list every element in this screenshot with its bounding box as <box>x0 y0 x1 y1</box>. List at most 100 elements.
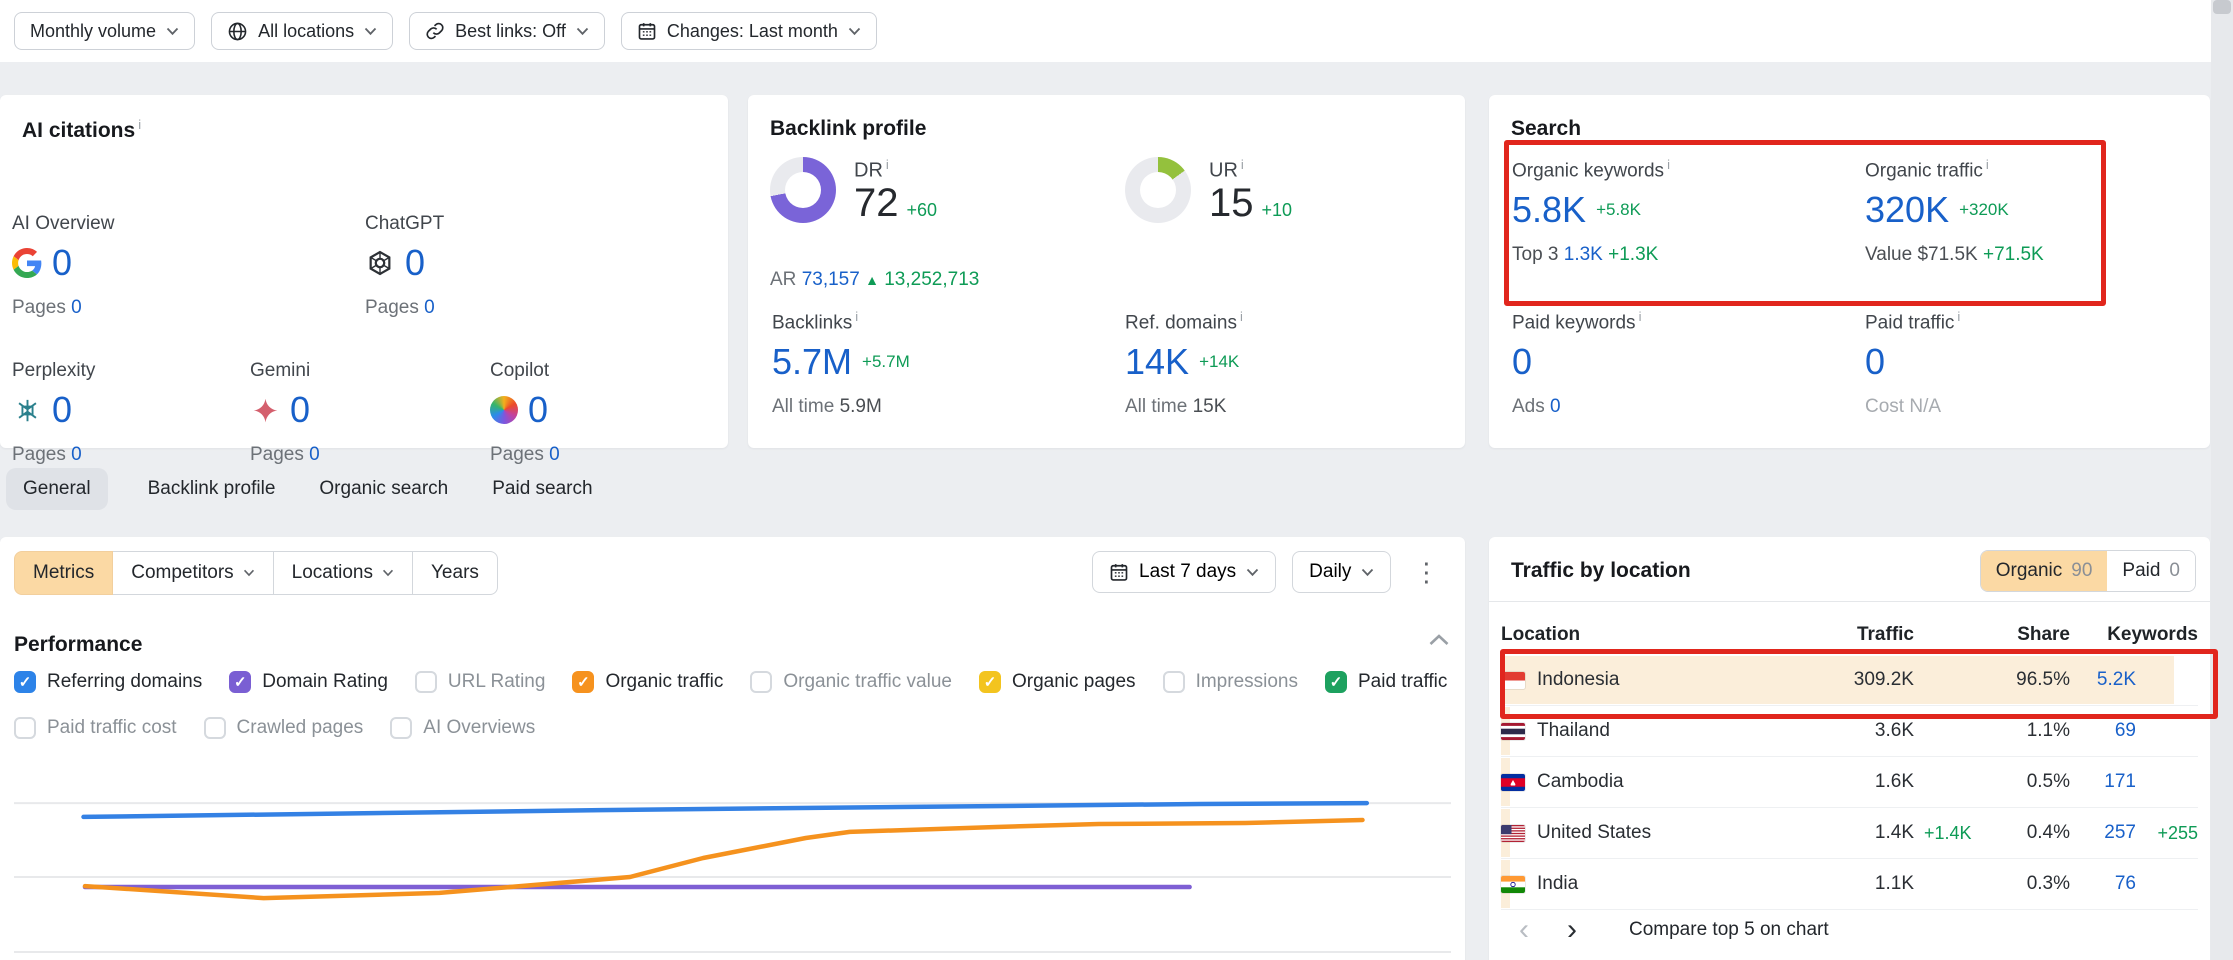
alltime-value: 5.9M <box>840 396 882 417</box>
pages-value[interactable]: 0 <box>424 297 435 318</box>
table-row-thailand[interactable]: Thailand 3.6K 1.1% 69 <box>1501 706 2198 757</box>
keywords-link[interactable]: 257 <box>2070 822 2136 844</box>
ar-change: ▲ 13,252,713 <box>865 269 979 290</box>
ai-overview-value[interactable]: 0 <box>52 245 72 281</box>
metric-label: Organic traffici <box>1865 157 2044 182</box>
ar-label: AR <box>770 269 796 290</box>
performance-line-chart[interactable] <box>0 770 1465 960</box>
locations-filter[interactable]: All locations <box>211 12 393 50</box>
segment-competitors[interactable]: Competitors <box>112 551 273 595</box>
scrollbar-thumb[interactable] <box>2213 0 2231 14</box>
filter-label: Changes: Last month <box>667 21 838 42</box>
toggle-paid[interactable]: Paid0 <box>2107 551 2195 591</box>
segment-metrics[interactable]: Metrics <box>14 551 113 595</box>
table-row-indonesia[interactable]: Indonesia 309.2K 96.5% 5.2K <box>1501 655 2198 706</box>
cost-value: N/A <box>1909 396 1941 417</box>
organic-traffic-value[interactable]: 320K <box>1865 192 1949 228</box>
column-location[interactable]: Location <box>1501 624 1784 646</box>
info-icon[interactable]: i <box>1667 157 1670 172</box>
ur-label: URi <box>1209 157 1292 183</box>
date-range-button[interactable]: Last 7 days <box>1092 551 1276 593</box>
view-segmented-control: Metrics Competitors Locations Years <box>14 551 498 595</box>
column-traffic[interactable]: Traffic <box>1784 624 1914 646</box>
checkbox-organic-traffic[interactable]: ✓Organic traffic <box>572 671 723 693</box>
paid-keywords-value[interactable]: 0 <box>1512 344 1532 380</box>
cambodia-flag <box>1501 774 1525 791</box>
segment-years[interactable]: Years <box>412 551 498 595</box>
info-icon[interactable]: i <box>855 309 858 324</box>
checkbox-organic-pages[interactable]: ✓Organic pages <box>979 671 1136 693</box>
checkbox-impressions[interactable]: Impressions <box>1163 671 1298 693</box>
table-row-cambodia[interactable]: Cambodia 1.6K 0.5% 171 <box>1501 757 2198 808</box>
country-name: United States <box>1537 822 1651 844</box>
toggle-organic[interactable]: Organic90 <box>1981 551 2108 591</box>
checkbox-organic-traffic-value[interactable]: Organic traffic value <box>750 671 952 693</box>
perplexity-value[interactable]: 0 <box>52 392 72 428</box>
more-options-kebab-icon[interactable]: ⋮ <box>1407 551 1445 593</box>
organic-keywords-value[interactable]: 5.8K <box>1512 192 1586 228</box>
ar-value[interactable]: 73,157 <box>802 269 860 290</box>
traffic-by-location-title: Traffic by location <box>1511 559 1691 583</box>
organic-keywords-change: +5.8K <box>1596 200 1641 220</box>
next-page-arrow[interactable]: › <box>1567 915 1577 945</box>
monthly-volume-filter[interactable]: Monthly volume <box>14 12 195 50</box>
backlinks-value[interactable]: 5.7M <box>772 344 852 380</box>
table-row-united-states[interactable]: United States 1.4K +1.4K 0.4% 257 +255 <box>1501 808 2198 859</box>
keywords-link[interactable]: 69 <box>2070 720 2136 742</box>
column-share[interactable]: Share <box>1984 624 2070 646</box>
info-icon[interactable]: i <box>886 157 889 172</box>
info-icon[interactable]: i <box>1957 309 1960 324</box>
ref-domains-value[interactable]: 14K <box>1125 344 1189 380</box>
checkbox-referring-domains[interactable]: ✓Referring domains <box>14 671 202 693</box>
traffic-value: 1.6K <box>1784 771 1914 793</box>
ads-value[interactable]: 0 <box>1550 396 1561 417</box>
granularity-button[interactable]: Daily <box>1292 551 1391 593</box>
segment-locations[interactable]: Locations <box>273 551 413 595</box>
organic-traffic-change: +320K <box>1959 200 2009 220</box>
checkbox-crawled-pages[interactable]: Crawled pages <box>204 717 364 739</box>
info-icon[interactable]: i <box>1241 157 1244 172</box>
best-links-filter[interactable]: Best links: Off <box>409 12 605 50</box>
vertical-scrollbar[interactable] <box>2211 0 2233 960</box>
collapse-section-button[interactable] <box>1428 633 1450 651</box>
table-row-india[interactable]: India 1.1K 0.3% 76 <box>1501 859 2198 910</box>
pages-value[interactable]: 0 <box>309 444 320 465</box>
changes-filter[interactable]: Changes: Last month <box>621 12 877 50</box>
traffic-value: 1.4K <box>1784 822 1914 844</box>
filter-label: Monthly volume <box>30 21 156 42</box>
keywords-link[interactable]: 5.2K <box>2070 669 2136 691</box>
checkbox-ai-overviews[interactable]: AI Overviews <box>390 717 535 739</box>
chatgpt-value[interactable]: 0 <box>405 245 425 281</box>
pages-value[interactable]: 0 <box>549 444 560 465</box>
gemini-value[interactable]: 0 <box>290 392 310 428</box>
info-icon[interactable]: i <box>1639 309 1642 324</box>
copilot-value[interactable]: 0 <box>528 392 548 428</box>
metric-label: Ref. domainsi <box>1125 309 1243 334</box>
tab-organic-search[interactable]: Organic search <box>315 468 452 510</box>
tab-paid-search[interactable]: Paid search <box>488 468 596 510</box>
pages-value[interactable]: 0 <box>71 444 82 465</box>
tab-backlink-profile[interactable]: Backlink profile <box>144 468 280 510</box>
info-icon[interactable]: i <box>1986 157 1989 172</box>
paid-traffic-value[interactable]: 0 <box>1865 344 1885 380</box>
info-icon[interactable]: i <box>138 117 141 132</box>
paid-traffic-metric: Paid traffici 0 Cost N/A <box>1865 309 1960 418</box>
checkbox-domain-rating[interactable]: ✓Domain Rating <box>229 671 388 693</box>
top3-value[interactable]: 1.3K <box>1564 244 1603 265</box>
checkbox-url-rating[interactable]: URL Rating <box>415 671 546 693</box>
checkbox-label: Domain Rating <box>262 671 388 693</box>
previous-page-arrow[interactable]: ‹ <box>1519 915 1529 945</box>
value-label: Value <box>1865 244 1912 265</box>
traffic-change: +1.4K <box>1914 823 1984 844</box>
checkbox-paid-traffic[interactable]: ✓Paid traffic <box>1325 671 1447 693</box>
tab-general[interactable]: General <box>6 468 108 510</box>
keywords-link[interactable]: 76 <box>2070 873 2136 895</box>
traffic-value-amount: $71.5K <box>1917 244 1977 265</box>
keywords-link[interactable]: 171 <box>2070 771 2136 793</box>
column-keywords[interactable]: Keywords <box>2070 624 2198 646</box>
checkbox-paid-traffic-cost[interactable]: Paid traffic cost <box>14 717 177 739</box>
pages-value[interactable]: 0 <box>71 297 82 318</box>
chevron-down-icon <box>576 27 589 36</box>
filter-label: All locations <box>258 21 354 42</box>
info-icon[interactable]: i <box>1240 309 1243 324</box>
